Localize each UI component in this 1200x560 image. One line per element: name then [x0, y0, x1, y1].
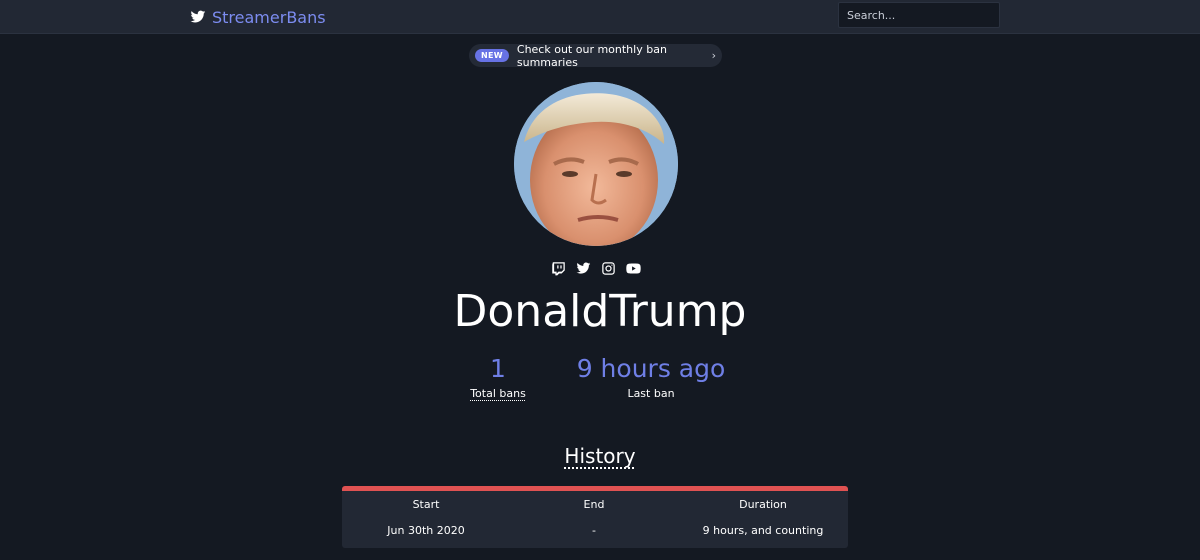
history-table: Start End Duration Jun 30th 2020 - 9 hou… — [342, 491, 848, 543]
banner-text: Check out our monthly ban summaries — [516, 42, 667, 69]
youtube-icon[interactable] — [626, 261, 641, 276]
avatar — [514, 82, 678, 246]
last-ban-label: Last ban — [627, 387, 675, 400]
total-bans-value: 1 — [490, 354, 506, 383]
cell-duration: 9 hours, and counting — [702, 523, 824, 537]
total-bans-label[interactable]: Total bans — [448, 386, 548, 402]
twitch-icon[interactable] — [551, 261, 566, 276]
table-header-row: Start End Duration — [342, 491, 848, 517]
twitter-bird-icon — [190, 10, 206, 23]
column-header-duration: Duration — [739, 497, 787, 511]
new-badge: NEW — [475, 49, 509, 62]
chevron-right-icon: › — [711, 49, 716, 62]
cell-end: - — [592, 523, 596, 537]
cell-start: Jun 30th 2020 — [387, 523, 465, 537]
table-row: Jun 30th 2020 - 9 hours, and counting — [342, 517, 848, 543]
twitter-icon[interactable] — [576, 261, 591, 276]
streamer-name: DonaldTrump — [453, 286, 747, 337]
history-table-card: Start End Duration Jun 30th 2020 - 9 hou… — [342, 486, 848, 548]
avatar-portrait — [514, 82, 678, 246]
search-input[interactable] — [838, 2, 1000, 28]
column-header-end: End — [583, 497, 605, 511]
instagram-icon[interactable] — [601, 261, 616, 276]
last-ban-value: 9 hours ago — [576, 354, 726, 383]
brand-link[interactable]: StreamerBans — [190, 6, 326, 28]
column-header-start: Start — [412, 497, 440, 511]
last-ban-stat: 9 hours ago Last ban — [560, 352, 742, 402]
navbar: StreamerBans — [0, 0, 1200, 34]
history-title: History — [564, 444, 636, 468]
total-bans-stat: 1 Total bans — [448, 352, 548, 402]
history-heading: History — [0, 442, 1200, 470]
brand-name: StreamerBans — [212, 7, 326, 27]
monthly-summaries-banner[interactable]: NEW Check out our monthly ban summaries … — [469, 42, 722, 69]
social-links — [551, 260, 641, 276]
